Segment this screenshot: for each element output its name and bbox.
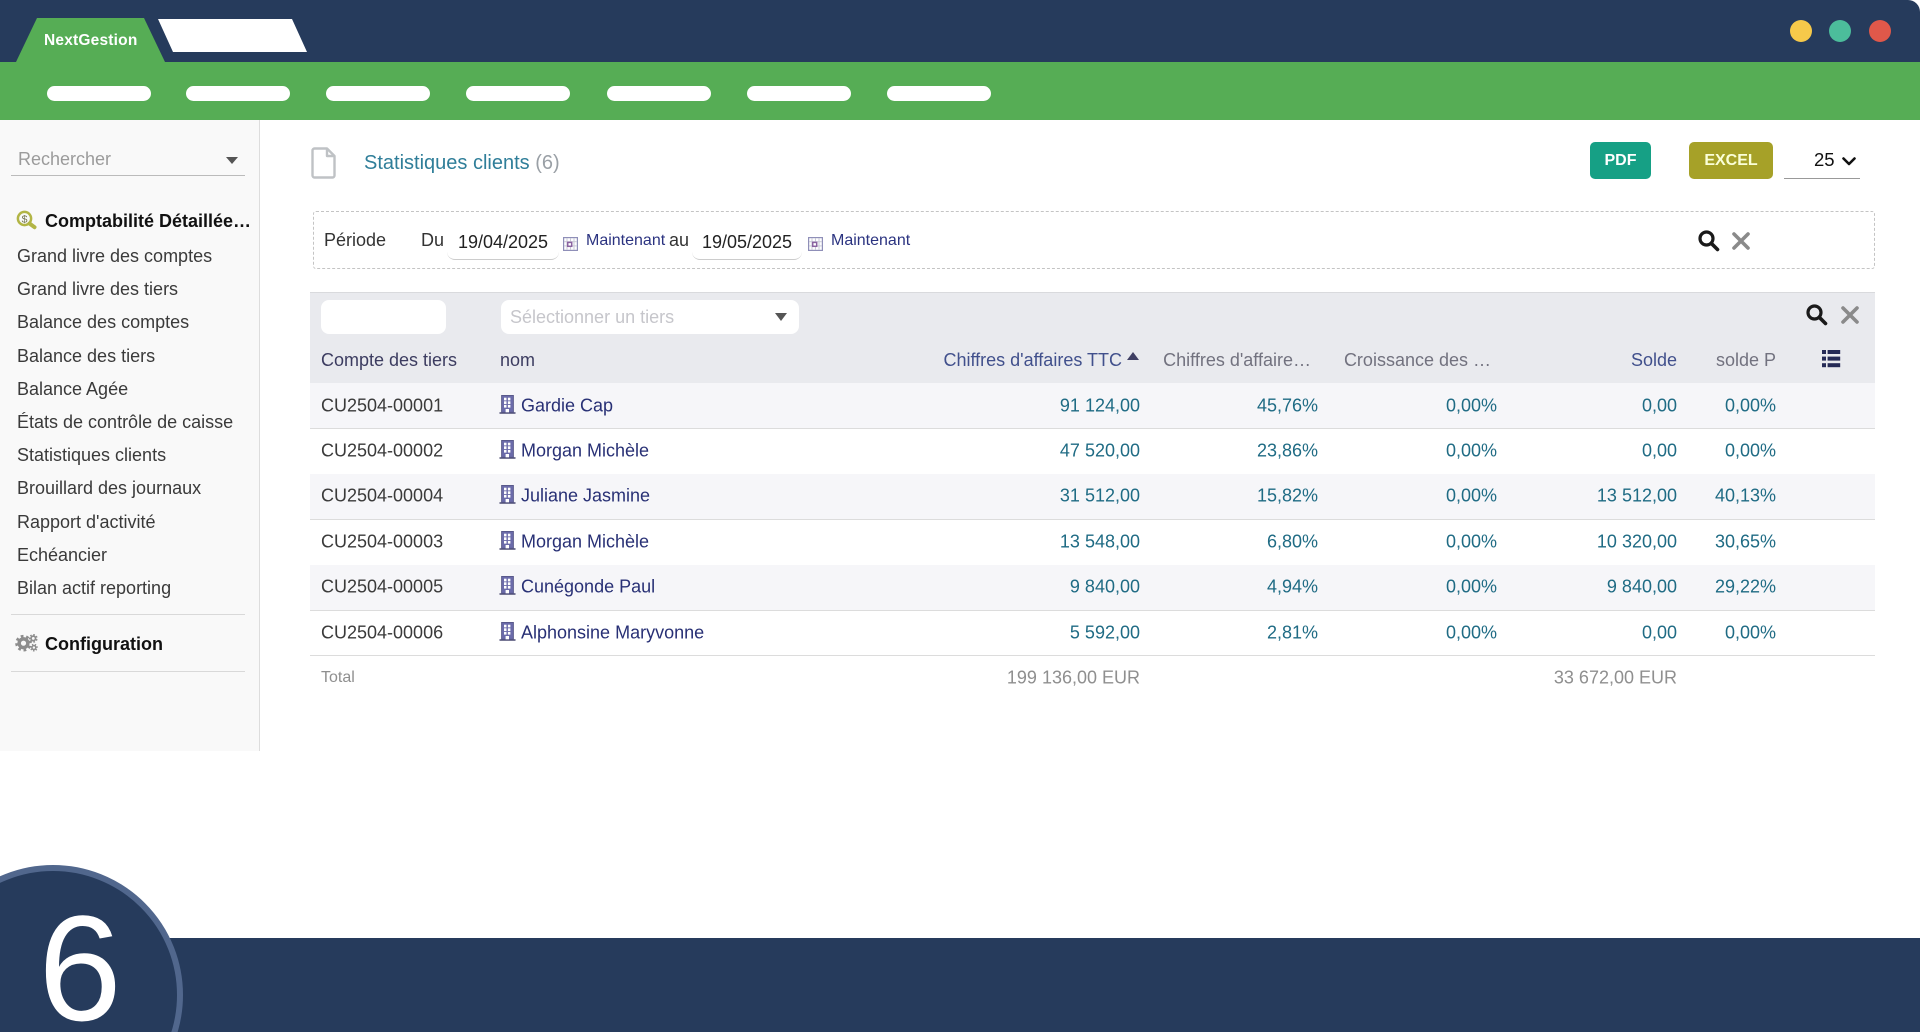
svg-text:$: $: [22, 213, 28, 225]
